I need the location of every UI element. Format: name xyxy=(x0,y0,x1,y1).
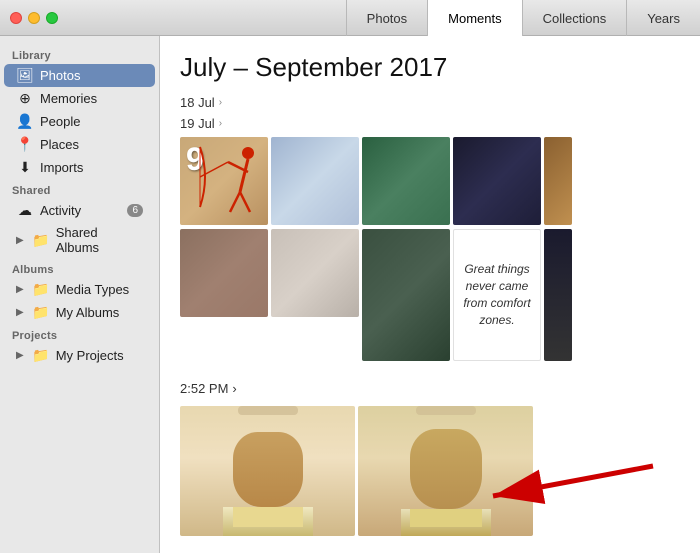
title-bar: Photos Moments Collections Years xyxy=(0,0,700,36)
sidebar-item-photos[interactable]: 🖼 Photos xyxy=(4,64,155,87)
sidebar-item-shared-albums[interactable]: ▶ 📁 Shared Albums xyxy=(4,222,155,258)
quote-text: Great things never came from comfort zon… xyxy=(462,261,532,328)
people-icon: 👤 xyxy=(16,113,34,130)
sidebar-label-my-albums: My Albums xyxy=(56,305,120,320)
chevron-icon: › xyxy=(219,97,222,108)
tab-moments[interactable]: Moments xyxy=(427,0,521,36)
time-chevron-icon: › xyxy=(232,381,236,396)
my-projects-icon: 📁 xyxy=(32,347,50,364)
photo-thumb-partial-tall[interactable] xyxy=(544,229,572,361)
activity-icon: ☁ xyxy=(16,202,34,219)
moment-date-18jul[interactable]: 18 Jul › xyxy=(180,95,680,110)
shared-albums-arrow: ▶ xyxy=(16,235,24,246)
sidebar-item-places[interactable]: 📍 Places xyxy=(4,133,155,156)
my-albums-icon: 📁 xyxy=(32,304,50,321)
selfie-section xyxy=(180,406,533,536)
activity-badge: 6 xyxy=(127,204,143,217)
imports-icon: ⬇ xyxy=(16,159,34,176)
sidebar-label-media-types: Media Types xyxy=(56,282,129,297)
sidebar-label-people: People xyxy=(40,114,80,129)
sidebar-label-activity: Activity xyxy=(40,203,81,218)
sidebar-label-memories: Memories xyxy=(40,91,97,106)
tab-years[interactable]: Years xyxy=(626,0,700,36)
shared-section-label: Shared xyxy=(0,179,159,199)
main-layout: Library 🖼 Photos ⊕ Memories 👤 People 📍 P… xyxy=(0,36,700,553)
photo-thumb[interactable] xyxy=(362,137,450,225)
sidebar-label-photos: Photos xyxy=(40,68,80,83)
selfie-photo-1[interactable] xyxy=(180,406,355,536)
library-section-label: Library xyxy=(0,44,159,64)
photo-grid-row2: Great things never came from comfort zon… xyxy=(180,229,680,361)
tabs-nav: Photos Moments Collections Years xyxy=(346,0,700,36)
sidebar-item-media-types[interactable]: ▶ 📁 Media Types xyxy=(4,278,155,301)
my-projects-arrow: ▶ xyxy=(16,350,24,361)
memories-icon: ⊕ xyxy=(16,90,34,107)
sidebar-item-my-albums[interactable]: ▶ 📁 My Albums xyxy=(4,301,155,324)
time-label[interactable]: 2:52 PM › xyxy=(180,381,680,396)
minimize-button[interactable] xyxy=(28,12,40,24)
sidebar-item-imports[interactable]: ⬇ Imports xyxy=(4,156,155,179)
close-button[interactable] xyxy=(10,12,22,24)
sidebar: Library 🖼 Photos ⊕ Memories 👤 People 📍 P… xyxy=(0,36,160,553)
media-types-icon: 📁 xyxy=(32,281,50,298)
sidebar-item-memories[interactable]: ⊕ Memories xyxy=(4,87,155,110)
photo-thumb[interactable] xyxy=(180,229,268,317)
chevron-icon: › xyxy=(219,118,222,129)
selfie-grid xyxy=(180,406,533,536)
photo-grid-row1: 9 xyxy=(180,137,680,225)
content-area: July – September 2017 18 Jul › 19 Jul › … xyxy=(160,36,700,553)
photos-icon: 🖼 xyxy=(16,67,34,84)
moment-date-19jul[interactable]: 19 Jul › xyxy=(180,116,680,131)
selfie-photo-2[interactable] xyxy=(358,406,533,536)
projects-section-label: Projects xyxy=(0,324,159,344)
sidebar-item-activity[interactable]: ☁ Activity 6 xyxy=(4,199,155,222)
moment-section-july: 18 Jul › 19 Jul › 9 xyxy=(180,95,680,361)
sidebar-label-imports: Imports xyxy=(40,160,83,175)
media-types-arrow: ▶ xyxy=(16,284,24,295)
maximize-button[interactable] xyxy=(46,12,58,24)
tab-collections[interactable]: Collections xyxy=(522,0,627,36)
photo-thumb[interactable] xyxy=(362,229,450,361)
shared-albums-icon: 📁 xyxy=(32,232,50,249)
photo-thumb-partial[interactable] xyxy=(544,137,572,225)
sidebar-label-my-projects: My Projects xyxy=(56,348,124,363)
sidebar-label-places: Places xyxy=(40,137,79,152)
tab-photos[interactable]: Photos xyxy=(346,0,427,36)
photo-thumb-quote-card[interactable]: Great things never came from comfort zon… xyxy=(453,229,541,361)
photo-thumb[interactable]: 9 xyxy=(180,137,268,225)
photo-thumb[interactable] xyxy=(271,229,359,317)
sidebar-item-my-projects[interactable]: ▶ 📁 My Projects xyxy=(4,344,155,367)
albums-section-label: Albums xyxy=(0,258,159,278)
sidebar-item-people[interactable]: 👤 People xyxy=(4,110,155,133)
my-albums-arrow: ▶ xyxy=(16,307,24,318)
places-icon: 📍 xyxy=(16,136,34,153)
photo-thumb[interactable] xyxy=(453,137,541,225)
page-title: July – September 2017 xyxy=(180,52,680,83)
window-controls xyxy=(0,12,58,24)
photo-thumb[interactable] xyxy=(271,137,359,225)
stick-figure-icon xyxy=(180,137,268,225)
sidebar-label-shared-albums: Shared Albums xyxy=(56,225,143,255)
